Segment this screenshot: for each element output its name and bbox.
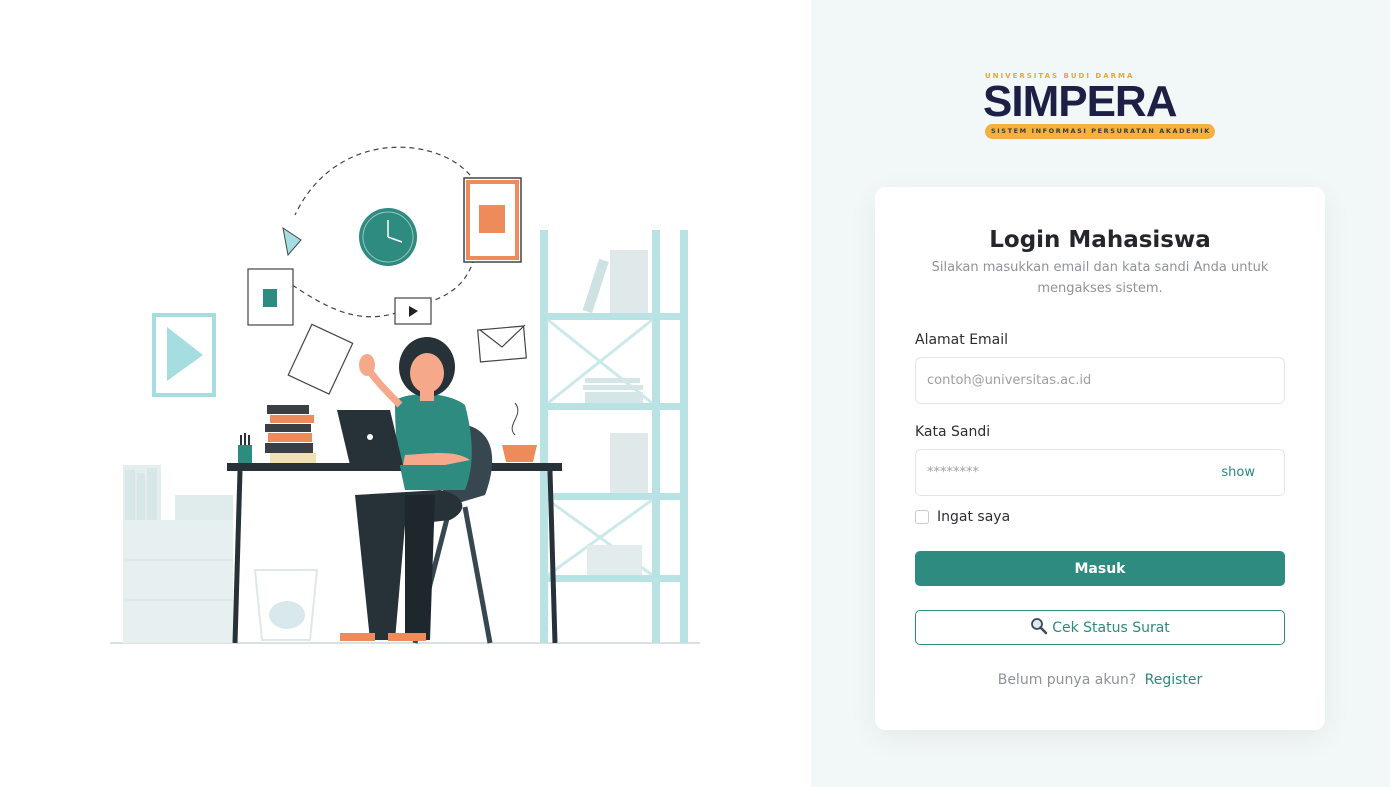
check-status-label: Cek Status Surat [1052, 619, 1170, 636]
login-button[interactable]: Masuk [915, 551, 1285, 586]
workspace-illustration [110, 146, 700, 644]
register-link[interactable]: Register [1145, 672, 1203, 688]
remember-checkbox[interactable] [915, 510, 929, 524]
register-question: Belum punya akun? [997, 672, 1137, 688]
password-field-wrapper: show [915, 449, 1285, 496]
login-title: Login Mahasiswa [989, 227, 1211, 253]
show-password-toggle[interactable]: show [1221, 465, 1255, 480]
check-status-button[interactable]: Cek Status Surat [915, 610, 1285, 645]
remember-label[interactable]: Ingat saya [937, 509, 1010, 525]
password-label: Kata Sandi [915, 424, 991, 440]
illustration-pane [0, 0, 811, 787]
logo-tagline-bar: SISTEM INFORMASI PERSURATAN AKADEMIK [985, 124, 1215, 139]
simpera-logo: UNIVERSITAS BUDI DARMA SIMPERA SISTEM IN… [983, 72, 1217, 142]
login-card: Login Mahasiswa Silakan masukkan email d… [875, 187, 1325, 730]
logo-tagline: SISTEM INFORMASI PERSURATAN AKADEMIK [991, 127, 1211, 135]
logo-wordmark: SIMPERA [983, 77, 1177, 126]
register-prompt: Belum punya akun? Register [875, 672, 1325, 688]
magnifier-icon [1030, 617, 1048, 639]
login-subtitle: Silakan masukkan email dan kata sandi An… [931, 260, 1269, 296]
email-field-wrapper [915, 357, 1285, 404]
email-label: Alamat Email [915, 332, 1009, 348]
remember-me: Ingat saya [915, 509, 1010, 525]
email-input[interactable] [916, 358, 1284, 403]
